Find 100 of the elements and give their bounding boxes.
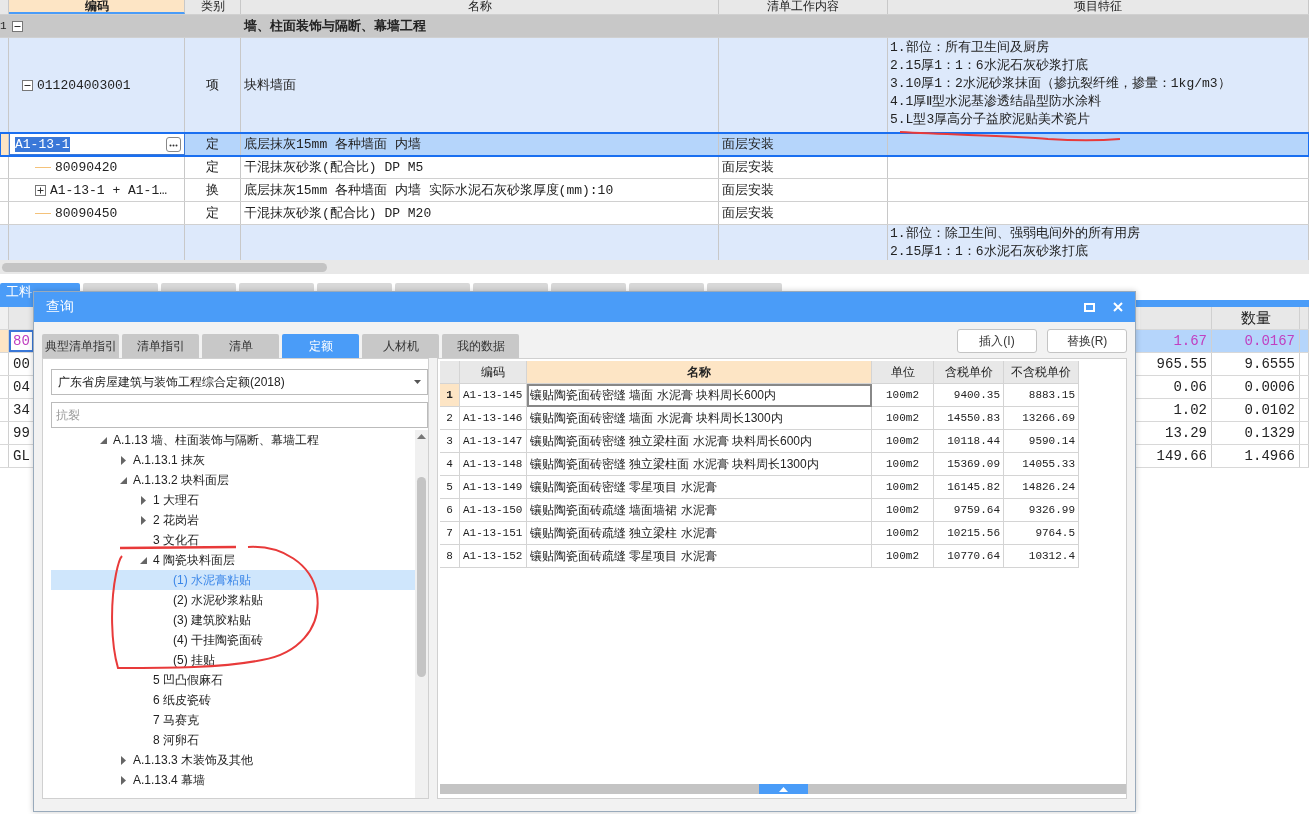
row-number: 8 — [440, 545, 460, 568]
result-row[interactable]: 5 A1-13-149 镶贴陶瓷面砖密缝 零星项目 水泥膏 100m2 16145.82 14826.24 — [440, 476, 1079, 499]
price-cell: 965.55 — [1140, 353, 1212, 375]
tree-item[interactable]: 5 凹凸假麻石 — [51, 670, 415, 690]
quantity-cell: 0.1329 — [1212, 422, 1300, 444]
tree-item[interactable]: (4) 干挂陶瓷面砖 — [51, 630, 415, 650]
result-row[interactable]: 3 A1-13-147 镶贴陶瓷面砖密缝 独立梁柱面 水泥膏 块料周长600内 100m2 10118.44 9590.14 — [440, 430, 1079, 453]
more-icon[interactable] — [166, 136, 181, 152]
column-header: 不含税单价 — [1004, 361, 1079, 384]
expand-icon[interactable] — [35, 184, 46, 196]
column-header: 编码 — [460, 361, 527, 384]
tree-item[interactable]: 3 文化石 — [51, 530, 415, 550]
tree-item[interactable]: A.1.13.1 抹灰 — [51, 450, 415, 470]
insert-button[interactable]: 插入(I) — [957, 329, 1037, 353]
code-input[interactable]: A1-13-1 — [15, 136, 70, 152]
code-cell: A1-13-152 — [460, 545, 527, 568]
feature-line: 1.部位：所有卫生间及厨房 — [890, 39, 1050, 57]
collapse-icon[interactable] — [12, 20, 23, 32]
price-cell: 1.67 — [1140, 330, 1212, 352]
row-number: 1 — [440, 384, 460, 407]
library-dropdown[interactable]: 广东省房屋建筑与装饰工程综合定额(2018) — [51, 369, 428, 395]
result-row[interactable]: 6 A1-13-150 镶贴陶瓷面砖疏缝 墙面墙裙 水泥膏 100m2 9759.64 9326.99 — [440, 499, 1079, 522]
maximize-icon[interactable] — [1084, 302, 1095, 312]
name-cell: 镶贴陶瓷面砖疏缝 零星项目 水泥膏 — [527, 545, 872, 568]
expand-icon[interactable] — [120, 755, 126, 765]
name-text: 干混抹灰砂浆(配合比) DP M20 — [244, 205, 432, 222]
search-field[interactable]: 抗裂 — [51, 402, 428, 428]
tree-item[interactable]: (5) 挂贴 — [51, 650, 415, 670]
tree-item[interactable]: A.1.13 墙、柱面装饰与隔断、幕墙工程 — [51, 430, 415, 450]
tree-item[interactable]: A.1.13.4 幕墙 — [51, 770, 415, 790]
feature-line: 2.15厚1：1：6水泥石灰砂浆打底 — [890, 57, 1089, 75]
scroll-up-icon[interactable] — [417, 434, 426, 439]
expand-icon[interactable] — [140, 515, 146, 525]
tree-item[interactable]: (3) 建筑胶粘贴 — [51, 610, 415, 630]
result-row[interactable]: 7 A1-13-151 镶贴陶瓷面砖疏缝 独立梁柱 水泥膏 100m2 10215.56 9764.5 — [440, 522, 1079, 545]
result-row[interactable]: 2 A1-13-146 镶贴陶瓷面砖密缝 墙面 水泥膏 块料周长1300内 100m2 14550.83 13266.69 — [440, 407, 1079, 430]
tab[interactable]: 典型清单指引 — [42, 334, 119, 358]
close-icon[interactable] — [1113, 302, 1123, 312]
grid-row[interactable]: 1 墙、柱面装饰与隔断、幕墙工程 — [0, 15, 1309, 38]
tree-item[interactable]: 7 马赛克 — [51, 710, 415, 730]
price-cell: 15369.09 — [934, 453, 1004, 476]
unit-cell: 100m2 — [872, 430, 934, 453]
tree-item[interactable]: 4 陶瓷块料面层 — [51, 550, 415, 570]
tab[interactable]: 人材机 — [362, 334, 439, 358]
grid-row[interactable]: 80090420 定 干混抹灰砂浆(配合比) DP M5 面层安装 — [0, 156, 1309, 179]
quantity-cell: 0.0167 — [1212, 330, 1300, 352]
expand-icon[interactable] — [120, 455, 126, 465]
column-header: 单位 — [872, 361, 934, 384]
column-header: 名称 — [527, 361, 872, 384]
unit-cell: 100m2 — [872, 545, 934, 568]
vertical-scrollbar[interactable] — [415, 430, 428, 798]
feature-line: 1.部位：除卫生间、强弱电间外的所有用房 — [890, 225, 1141, 243]
tree-item[interactable]: A.1.13.3 木装饰及其他 — [51, 750, 415, 770]
collapse-handle[interactable] — [758, 784, 808, 794]
price-cell: 1.02 — [1140, 399, 1212, 421]
price-cell: 9326.99 — [1004, 499, 1079, 522]
price-cell: 9400.35 — [934, 384, 1004, 407]
tab[interactable]: 清单指引 — [122, 334, 199, 358]
code-text: 80090450 — [55, 205, 118, 221]
tree-item[interactable]: A.1.13.2 块料面层 — [51, 470, 415, 490]
price-cell: 13266.69 — [1004, 407, 1079, 430]
grid-row[interactable]: 011204003001 项 块料墙面 1.部位：所有卫生间及厨房 2.15厚1：1：6水泥石灰砂浆打底 3.10厚1：2水泥砂浆抹面（掺抗裂纤维，掺量：1kg/m3） 4.1厚Ⅱ型水泥基渗透结晶型防水涂料 5.L型3厚高分子益胶泥贴美术瓷片 — [0, 38, 1309, 133]
collapse-icon[interactable] — [119, 476, 127, 484]
code-cell: A1-13-146 — [460, 407, 527, 430]
caret-icon — [414, 380, 421, 384]
result-row[interactable]: 1 A1-13-145 镶贴陶瓷面砖密缝 墙面 水泥膏 块料周长600内 100m2 9400.35 8883.15 — [440, 384, 1079, 407]
name-cell: 镶贴陶瓷面砖密缝 墙面 水泥膏 块料周长1300内 — [527, 407, 872, 430]
name-cell: 镶贴陶瓷面砖密缝 墙面 水泥膏 块料周长600内 — [527, 384, 872, 407]
horizontal-scrollbar[interactable] — [0, 260, 1309, 274]
grid-row[interactable]: 1.部位：除卫生间、强弱电间外的所有用房 2.15厚1：1：6水泥石灰砂浆打底 — [0, 225, 1309, 260]
expand-icon[interactable] — [120, 775, 126, 785]
name-cell: 镶贴陶瓷面砖疏缝 墙面墙裙 水泥膏 — [527, 499, 872, 522]
tab[interactable]: 我的数据 — [442, 334, 519, 358]
replace-button[interactable]: 替换(R) — [1047, 329, 1127, 353]
result-row[interactable]: 8 A1-13-152 镶贴陶瓷面砖疏缝 零星项目 水泥膏 100m2 10770.64 10312.4 — [440, 545, 1079, 568]
price-cell: 149.66 — [1140, 445, 1212, 467]
expand-icon[interactable] — [140, 495, 146, 505]
type-text: 换 — [206, 182, 219, 199]
tree-item[interactable]: 8 河卵石 — [51, 730, 415, 750]
code-cell: A1-13-149 — [460, 476, 527, 499]
type-text: 定 — [206, 205, 219, 222]
row-header: 1 — [0, 15, 9, 37]
quantity-cell: 0.0102 — [1212, 399, 1300, 421]
collapse-icon[interactable] — [22, 79, 33, 91]
tab[interactable]: 清单 — [202, 334, 279, 358]
tree-item[interactable]: (2) 水泥砂浆粘贴 — [51, 590, 415, 610]
tree-item[interactable]: 2 花岗岩 — [51, 510, 415, 530]
grid-row[interactable]: A1-13-1 定 底层抹灰15mm 各种墙面 内墙 面层安装 — [0, 133, 1309, 156]
row-number: 3 — [440, 430, 460, 453]
collapse-icon[interactable] — [139, 556, 147, 564]
unit-cell: 100m2 — [872, 476, 934, 499]
code-text: A1-13-1 + A1-1… — [50, 182, 168, 198]
grid-row[interactable]: 80090450 定 干混抹灰砂浆(配合比) DP M20 面层安装 — [0, 202, 1309, 225]
header-corner — [440, 361, 460, 384]
price-cell: 10770.64 — [934, 545, 1004, 568]
grid-row[interactable]: A1-13-1 + A1-1… 换 底层抹灰15mm 各种墙面 内墙 实际水泥石灰砂浆厚度(mm):10 面层安装 — [0, 179, 1309, 202]
tree-item[interactable]: 6 纸皮瓷砖 — [51, 690, 415, 710]
result-row[interactable]: 4 A1-13-148 镶贴陶瓷面砖密缝 独立梁柱面 水泥膏 块料周长1300内 100m2 15369.09 14055.33 — [440, 453, 1079, 476]
unit-cell: 100m2 — [872, 384, 934, 407]
tree-item[interactable]: 1 大理石 — [51, 490, 415, 510]
